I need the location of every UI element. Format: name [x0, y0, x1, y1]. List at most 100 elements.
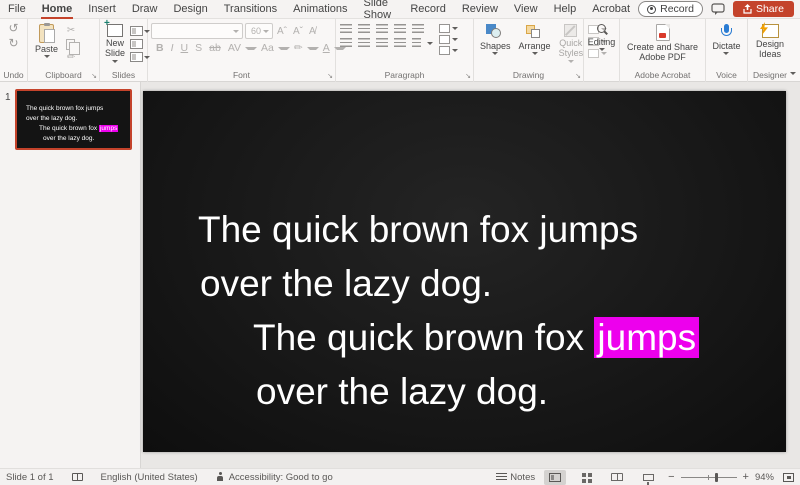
reset-slide-icon[interactable] — [130, 39, 143, 49]
dialog-launcher-icon[interactable]: ↘ — [465, 72, 471, 80]
align-text-button[interactable] — [439, 35, 458, 44]
text-shadow-button[interactable]: S — [192, 42, 205, 54]
menu-tab-animations[interactable]: Animations — [285, 0, 355, 19]
align-center-icon[interactable] — [358, 38, 370, 48]
text-direction-button[interactable] — [439, 24, 458, 33]
undo-group-label: Undo — [0, 70, 27, 80]
ribbon-group-font: 60 Aˆ Aˇ A̸ B I U S ab AV Aa ✏ A Font ↘ — [148, 19, 336, 82]
text-highlight-color-button[interactable]: ✏ — [291, 42, 306, 54]
font-name-combo[interactable] — [151, 23, 243, 39]
accessibility-checker[interactable]: Accessibility: Good to go — [216, 472, 333, 483]
increase-font-size-button[interactable]: Aˆ — [275, 26, 289, 37]
redo-icon[interactable]: ↻ — [8, 37, 18, 49]
create-share-pdf-label: Create and Share Adobe PDF — [626, 42, 700, 63]
copy-icon[interactable] — [66, 39, 75, 50]
fit-slide-to-window-button[interactable] — [783, 473, 794, 482]
dialog-launcher-icon[interactable]: ↘ — [575, 72, 581, 80]
shapes-label: Shapes — [480, 41, 511, 51]
menu-tab-acrobat[interactable]: Acrobat — [584, 0, 638, 19]
chevron-down-icon — [599, 48, 605, 51]
slide-text-line[interactable]: over the lazy dog. — [256, 370, 548, 414]
convert-smartart-button[interactable] — [439, 46, 458, 55]
chevron-down-icon — [307, 47, 319, 50]
section-icon — [130, 52, 143, 62]
cut-icon[interactable]: ✂ — [63, 26, 79, 36]
slide-text-line[interactable]: The quick brown fox jumps — [253, 316, 699, 360]
share-button[interactable]: Share — [733, 1, 794, 17]
menu-tab-home[interactable]: Home — [34, 0, 81, 19]
menu-tab-draw[interactable]: Draw — [124, 0, 166, 19]
numbering-icon[interactable] — [358, 24, 370, 34]
record-dot-icon — [647, 5, 656, 14]
thumb-line: The quick brown fox jumps — [26, 104, 130, 114]
italic-button[interactable]: I — [168, 42, 177, 54]
menu-tab-help[interactable]: Help — [546, 0, 585, 19]
underline-button[interactable]: U — [178, 42, 192, 54]
spell-check-button[interactable] — [72, 473, 83, 481]
reading-view-button[interactable] — [606, 470, 628, 485]
decrease-font-size-button[interactable]: Aˇ — [291, 26, 305, 37]
menu-tab-transitions[interactable]: Transitions — [216, 0, 285, 19]
chevron-down-icon — [278, 47, 290, 50]
zoom-slider-handle[interactable] — [715, 473, 718, 482]
ribbon-group-voice: Dictate Voice — [706, 19, 748, 82]
drawing-group-label: Drawing — [474, 70, 583, 80]
font-group-label: Font — [148, 70, 335, 80]
character-spacing-button[interactable]: AV — [225, 42, 244, 54]
align-text-icon — [439, 35, 450, 44]
slide-text-line[interactable]: The quick brown fox jumps — [198, 208, 638, 252]
undo-icon[interactable]: ↺ — [8, 22, 18, 34]
clear-formatting-button[interactable]: A̸ — [307, 26, 318, 37]
zoom-level[interactable]: 94% — [755, 472, 774, 483]
slide-canvas[interactable]: The quick brown fox jumps over the lazy … — [143, 91, 786, 452]
slide-thumbnail[interactable]: The quick brown fox jumps over the lazy … — [15, 89, 132, 150]
font-color-button[interactable]: A — [320, 42, 333, 54]
menu-tab-review[interactable]: Review — [454, 0, 506, 19]
bold-button[interactable]: B — [153, 42, 167, 54]
align-left-icon[interactable] — [340, 38, 352, 48]
decrease-indent-icon[interactable] — [376, 24, 388, 34]
slide-indicator: Slide 1 of 1 — [6, 472, 54, 483]
bullets-icon[interactable] — [340, 24, 352, 34]
justify-icon[interactable] — [394, 38, 406, 48]
editing-button[interactable]: Editing — [585, 22, 619, 82]
slide-text-line[interactable]: over the lazy dog. — [200, 262, 492, 306]
chevron-down-icon — [452, 27, 458, 30]
record-button[interactable]: Record — [638, 1, 703, 17]
dialog-launcher-icon[interactable]: ↘ — [327, 72, 333, 80]
line-spacing-icon[interactable] — [412, 24, 424, 34]
zoom-slider[interactable] — [681, 477, 737, 478]
columns-icon[interactable] — [412, 38, 421, 48]
zoom-control: − + 94% — [668, 471, 774, 483]
zoom-in-button[interactable]: + — [743, 471, 749, 483]
design-ideas-icon — [762, 24, 779, 38]
voice-group-label: Voice — [706, 70, 747, 80]
slide-show-button[interactable] — [637, 470, 659, 485]
menu-tab-file[interactable]: File — [0, 0, 34, 19]
arrange-icon — [526, 24, 544, 40]
slide-sorter-view-button[interactable] — [575, 470, 597, 485]
change-case-button[interactable]: Aa — [258, 42, 277, 54]
chevron-down-icon — [44, 55, 50, 58]
magnifier-icon — [596, 24, 608, 36]
new-slide-label: New Slide — [105, 38, 125, 59]
zoom-out-button[interactable]: − — [668, 471, 674, 483]
quick-styles-label: Quick Styles — [559, 38, 584, 59]
microphone-icon — [719, 24, 733, 40]
align-right-icon[interactable] — [376, 38, 388, 48]
language-indicator[interactable]: English (United States) — [101, 472, 198, 483]
menu-tab-design[interactable]: Design — [165, 0, 215, 19]
normal-view-button[interactable] — [544, 470, 566, 485]
menu-tab-view[interactable]: View — [506, 0, 546, 19]
strikethrough-button[interactable]: ab — [206, 42, 224, 54]
menu-tab-record[interactable]: Record — [402, 0, 453, 19]
share-button-label: Share — [756, 3, 784, 15]
comments-icon[interactable] — [711, 3, 725, 16]
menu-tab-slide-show[interactable]: Slide Show — [356, 0, 403, 19]
dialog-launcher-icon[interactable]: ↘ — [91, 72, 97, 80]
menu-tab-insert[interactable]: Insert — [80, 0, 124, 19]
collapse-ribbon-icon[interactable] — [790, 72, 796, 75]
increase-indent-icon[interactable] — [394, 24, 406, 34]
notes-button[interactable]: Notes — [496, 472, 535, 483]
font-size-combo[interactable]: 60 — [245, 23, 273, 39]
